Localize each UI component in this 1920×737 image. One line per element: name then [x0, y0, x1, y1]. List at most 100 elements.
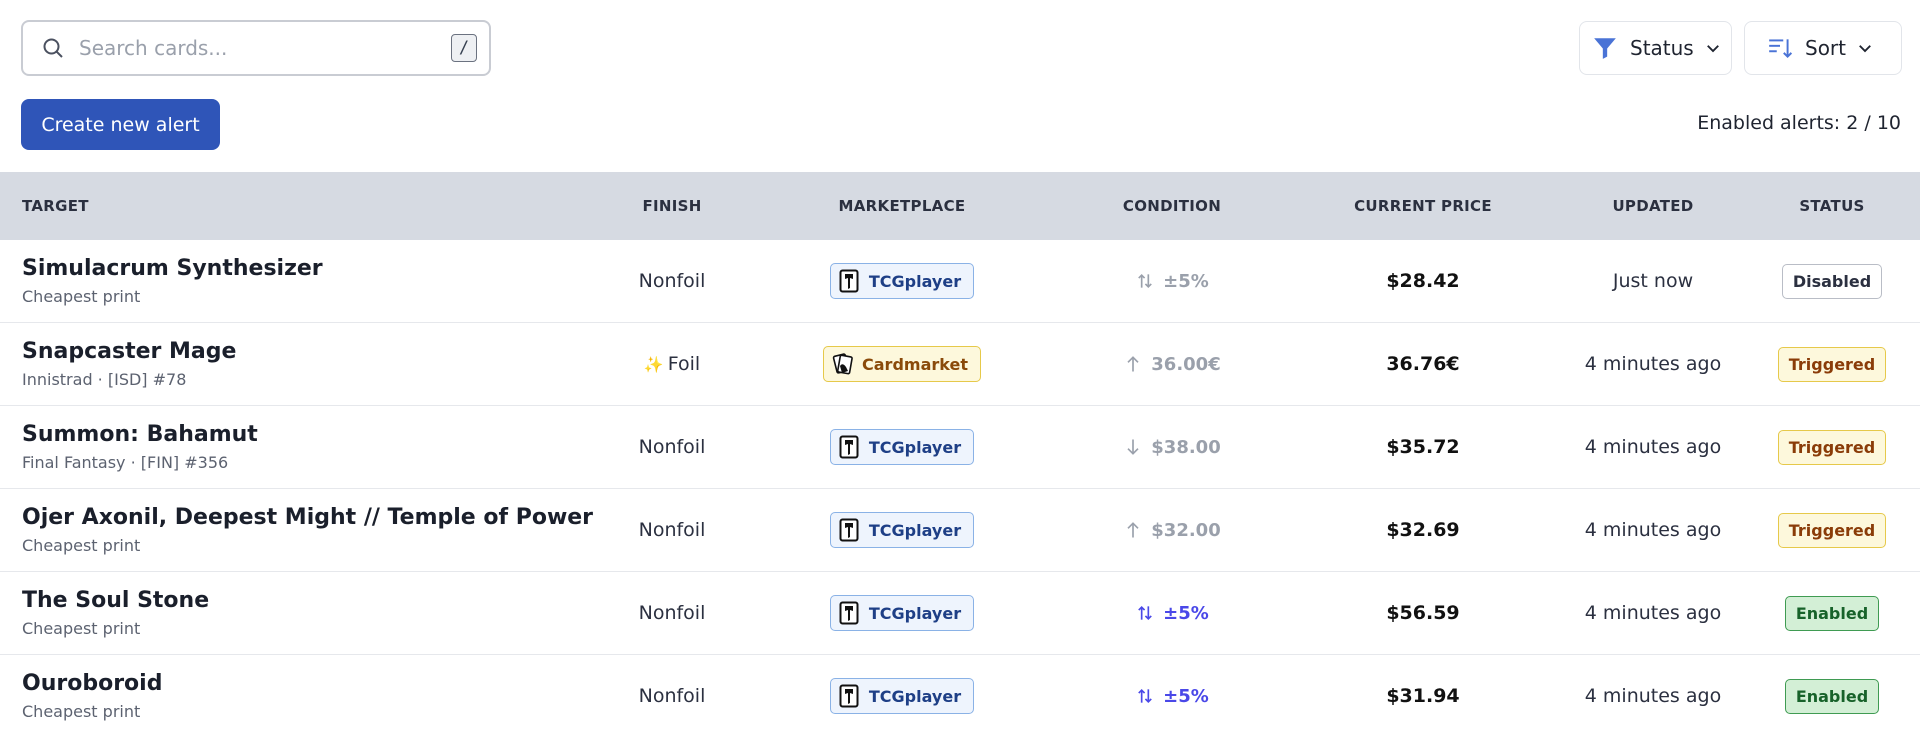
header-condition[interactable]: CONDITION	[1060, 197, 1284, 215]
marketplace-badge[interactable]: TCGplayer	[829, 595, 975, 631]
finish-value: ✨Nonfoil	[639, 436, 706, 458]
table-row[interactable]: Snapcaster Mage Innistrad · [ISD] #78 ✨ F…	[0, 323, 1920, 406]
updated-cell: 4 minutes ago	[1562, 519, 1744, 541]
tcgplayer-icon	[839, 269, 861, 293]
card-name[interactable]: Ojer Axonil, Deepest Might // Temple of …	[22, 505, 600, 530]
status-filter-button[interactable]: Status	[1579, 21, 1732, 75]
header-updated[interactable]: UPDATED	[1562, 197, 1744, 215]
condition-cell: ±5%	[1060, 685, 1284, 707]
table-row[interactable]: Ouroboroid Cheapest print ✨Nonfoil TCGpl…	[0, 655, 1920, 737]
sort-button[interactable]: Sort	[1744, 21, 1902, 75]
table-header: TARGET FINISH MARKETPLACE CONDITION CURR…	[0, 172, 1920, 240]
status-badge[interactable]: Disabled	[1781, 263, 1883, 299]
marketplace-cell: TCGplayer	[744, 595, 1060, 631]
header-marketplace[interactable]: MARKETPLACE	[744, 197, 1060, 215]
status-badge[interactable]: Enabled	[1784, 678, 1880, 714]
marketplace-cell: TCGplayer	[744, 429, 1060, 465]
create-alert-button[interactable]: Create new alert	[21, 99, 220, 150]
card-name[interactable]: Ouroboroid	[22, 671, 600, 696]
target-cell: Simulacrum Synthesizer Cheapest print	[0, 256, 600, 306]
updated-time: 4 minutes ago	[1584, 353, 1722, 375]
current-price: $35.72	[1386, 436, 1460, 458]
card-printing: Cheapest print	[22, 536, 141, 555]
chevron-down-icon	[1704, 39, 1722, 57]
finish-label: Nonfoil	[638, 436, 706, 458]
condition-value: 36.00€	[1123, 353, 1221, 375]
condition-value: ±5%	[1135, 602, 1209, 624]
condition-cell: $32.00	[1060, 519, 1284, 541]
table-row[interactable]: Summon: Bahamut Final Fantasy · [FIN] #3…	[0, 406, 1920, 489]
card-printing: Cheapest print	[22, 287, 141, 306]
condition-label: ±5%	[1163, 685, 1209, 707]
search-icon	[39, 34, 67, 62]
card-name[interactable]: Summon: Bahamut	[22, 422, 600, 447]
status-badge[interactable]: Enabled	[1784, 595, 1880, 631]
sort-icon	[1767, 35, 1793, 61]
updated-cell: 4 minutes ago	[1562, 685, 1744, 707]
condition-label: 36.00€	[1151, 353, 1221, 375]
header-current-price[interactable]: CURRENT PRICE	[1284, 197, 1562, 215]
updated-time: 4 minutes ago	[1584, 436, 1722, 458]
status-badge[interactable]: Triggered	[1777, 512, 1887, 548]
finish-cell: ✨Nonfoil	[600, 436, 744, 458]
both-arrows-icon	[1135, 685, 1157, 707]
condition-label: $38.00	[1151, 436, 1221, 458]
status-badge[interactable]: Triggered	[1777, 346, 1887, 382]
condition-label: ±5%	[1163, 270, 1209, 292]
status-cell: Triggered	[1744, 512, 1920, 548]
condition-value: $38.00	[1123, 436, 1221, 458]
header-finish[interactable]: FINISH	[600, 197, 744, 215]
current-price: $28.42	[1386, 270, 1460, 292]
marketplace-cell: TCGplayer	[744, 263, 1060, 299]
status-badge[interactable]: Triggered	[1777, 429, 1887, 465]
table-row[interactable]: Simulacrum Synthesizer Cheapest print ✨N…	[0, 240, 1920, 323]
condition-value: $32.00	[1123, 519, 1221, 541]
price-cell: 36.76€	[1284, 353, 1562, 375]
marketplace-badge[interactable]: TCGplayer	[829, 263, 975, 299]
current-price: $31.94	[1386, 685, 1460, 707]
condition-value: ±5%	[1135, 270, 1209, 292]
marketplace-label: TCGplayer	[868, 437, 962, 457]
marketplace-badge[interactable]: TCGplayer	[829, 512, 975, 548]
both-arrows-icon	[1135, 602, 1157, 624]
table-row[interactable]: Ojer Axonil, Deepest Might // Temple of …	[0, 489, 1920, 572]
updated-time: Just now	[1612, 270, 1694, 292]
both-arrows-icon	[1135, 270, 1157, 292]
card-name[interactable]: Simulacrum Synthesizer	[22, 256, 600, 281]
price-cell: $35.72	[1284, 436, 1562, 458]
condition-label: ±5%	[1163, 602, 1209, 624]
marketplace-badge[interactable]: TCGplayer	[829, 429, 975, 465]
header-status[interactable]: STATUS	[1744, 197, 1920, 215]
target-cell: The Soul Stone Cheapest print	[0, 588, 600, 638]
chevron-down-icon	[1856, 39, 1874, 57]
marketplace-badge[interactable]: TCGplayer	[829, 678, 975, 714]
card-name[interactable]: Snapcaster Mage	[22, 339, 600, 364]
current-price: $32.69	[1386, 519, 1460, 541]
marketplace-cell: TCGplayer	[744, 678, 1060, 714]
table-row[interactable]: The Soul Stone Cheapest print ✨Nonfoil T…	[0, 572, 1920, 655]
price-cell: $32.69	[1284, 519, 1562, 541]
tcgplayer-icon	[839, 601, 861, 625]
marketplace-badge[interactable]: Cardmarket	[823, 346, 981, 382]
updated-time: 4 minutes ago	[1584, 519, 1722, 541]
arrow-up-icon	[1123, 519, 1145, 541]
search-box[interactable]: /	[21, 20, 491, 76]
cardmarket-icon	[832, 352, 854, 376]
finish-label: Nonfoil	[638, 685, 706, 707]
card-printing: Final Fantasy · [FIN] #356	[22, 453, 229, 472]
finish-cell: ✨Nonfoil	[600, 602, 744, 624]
header-target[interactable]: TARGET	[0, 197, 600, 215]
price-cell: $31.94	[1284, 685, 1562, 707]
finish-value: ✨ Foil	[644, 353, 700, 375]
enabled-alerts-count: Enabled alerts: 2 / 10	[1697, 112, 1901, 134]
marketplace-label: TCGplayer	[868, 520, 962, 540]
updated-time: 4 minutes ago	[1584, 602, 1722, 624]
tcgplayer-icon	[839, 435, 861, 459]
finish-value: ✨Nonfoil	[639, 602, 706, 624]
target-cell: Summon: Bahamut Final Fantasy · [FIN] #3…	[0, 422, 600, 472]
search-input[interactable]	[79, 36, 451, 60]
card-printing: Cheapest print	[22, 619, 141, 638]
marketplace-label: TCGplayer	[868, 271, 962, 291]
arrow-down-icon	[1123, 436, 1145, 458]
card-name[interactable]: The Soul Stone	[22, 588, 600, 613]
